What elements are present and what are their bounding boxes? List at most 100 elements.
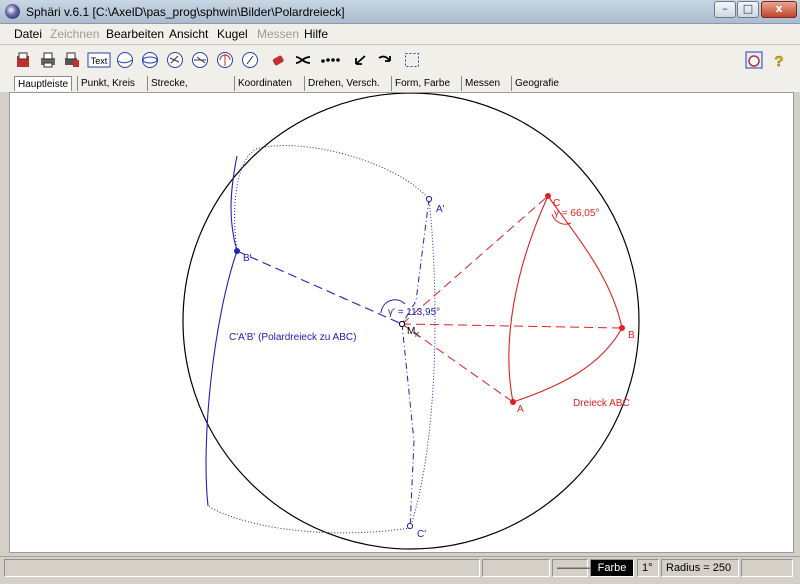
point-a-polar[interactable] xyxy=(425,195,433,203)
sphere-tool-1-button[interactable] xyxy=(115,50,135,70)
tab-hauptleiste[interactable]: Hauptleiste xyxy=(14,76,72,91)
sphere-measure-icon xyxy=(242,52,258,68)
point-c-polar[interactable] xyxy=(406,522,414,530)
label-b-polar: B' xyxy=(243,253,252,264)
point-a[interactable] xyxy=(510,399,516,405)
eraser-icon xyxy=(272,55,284,66)
tab-drehen-versch[interactable]: Drehen, Versch. xyxy=(304,76,384,91)
label-a: A xyxy=(517,404,524,415)
label-c-polar: C' xyxy=(417,529,426,540)
status-color[interactable]: Farbe xyxy=(590,559,634,577)
menu-messen[interactable]: Messen xyxy=(257,27,299,41)
label-center-sub: K xyxy=(415,332,420,339)
point-b[interactable] xyxy=(619,325,625,331)
dotted-line-icon xyxy=(321,58,340,63)
undo-arrow-icon xyxy=(355,55,366,65)
sphere-tool-6-button[interactable] xyxy=(240,50,260,70)
sphere-ellipse-icon xyxy=(142,52,158,68)
window-title: Sphäri v.6.1 [C:\AxelD\pas_prog\sphwin\B… xyxy=(26,5,345,19)
print-button[interactable] xyxy=(38,50,58,70)
tab-strecke-dreieck[interactable]: Strecke, Dreieck xyxy=(147,76,227,104)
label-a-polar: A' xyxy=(436,204,445,215)
arc-ca xyxy=(508,195,549,403)
label-angle-gamma-polar: γ' = 113,95° xyxy=(388,307,440,318)
polar-arc-back-cb xyxy=(207,505,411,534)
maximize-button[interactable]: □ xyxy=(737,1,759,18)
menu-datei[interactable]: Datei xyxy=(14,27,42,41)
label-triangle-abc: Dreieck ABC xyxy=(573,398,630,409)
close-button[interactable]: x xyxy=(761,1,797,18)
sphere-tool-4-button[interactable] xyxy=(190,50,210,70)
arc-ab xyxy=(512,327,623,403)
polar-radius-b xyxy=(236,250,403,325)
toolbar: Text ? xyxy=(0,45,800,76)
sphere-tool-5-button[interactable] xyxy=(215,50,235,70)
menu-kugel[interactable]: Kugel xyxy=(217,27,248,41)
tab-koordinaten[interactable]: Koordinaten xyxy=(234,76,298,91)
dotted-line-button[interactable] xyxy=(318,50,344,70)
tab-punkt-kreis[interactable]: Punkt, Kreis xyxy=(77,76,141,91)
polar-arc-front-2 xyxy=(205,250,238,507)
sphere-lines-icon xyxy=(192,52,208,68)
menu-zeichnen[interactable]: Zeichnen xyxy=(50,27,99,41)
svg-text:?: ? xyxy=(774,53,783,69)
selection-rectangle-icon xyxy=(405,53,419,67)
polar-radius-a xyxy=(401,198,430,325)
tab-geografie[interactable]: Geografie xyxy=(511,76,567,91)
sphere-tool-2-button[interactable] xyxy=(140,50,160,70)
text-icon: Text xyxy=(87,52,111,68)
minimize-button[interactable]: – xyxy=(714,1,736,18)
sphere-view-icon xyxy=(745,51,763,69)
tab-bar: Hauptleiste Punkt, Kreis Strecke, Dreiec… xyxy=(0,75,800,104)
status-line-style[interactable]: ——— xyxy=(552,559,590,577)
label-angle-gamma: γ = 66,05° xyxy=(554,208,599,219)
eraser-button[interactable] xyxy=(268,50,288,70)
menu-bearbeiten[interactable]: Bearbeiten xyxy=(106,27,164,41)
text-button-label: Text xyxy=(91,56,108,66)
menu-hilfe[interactable]: Hilfe xyxy=(304,27,328,41)
redo-arrow-icon xyxy=(378,55,391,62)
menu-bar: Datei Zeichnen Bearbeiten Ansicht Kugel … xyxy=(0,24,800,45)
radius-c xyxy=(401,195,549,325)
menu-ansicht[interactable]: Ansicht xyxy=(169,27,208,41)
status-step: 1° xyxy=(637,559,659,577)
swap-button[interactable] xyxy=(293,50,313,70)
status-panel-end xyxy=(741,559,793,577)
status-message-panel xyxy=(4,559,480,577)
polar-arc-front-1 xyxy=(230,155,238,252)
status-panel-empty xyxy=(482,559,550,577)
status-radius: Radius = 250 xyxy=(661,559,739,577)
swap-icon xyxy=(295,56,311,64)
help-question-icon: ? xyxy=(774,53,784,69)
print-preview-button[interactable] xyxy=(62,50,82,70)
label-b: B xyxy=(628,330,635,341)
point-b-polar[interactable] xyxy=(234,248,240,254)
app-icon[interactable] xyxy=(5,4,20,19)
undo-button[interactable] xyxy=(350,50,370,70)
title-bar: Sphäri v.6.1 [C:\AxelD\pas_prog\sphwin\B… xyxy=(0,0,800,24)
sphere-arrows-icon xyxy=(167,52,183,68)
sphere-outline xyxy=(182,93,640,550)
drawing-canvas[interactable]: C B A B' A' C' M K γ = 66,05° γ' = 113,9… xyxy=(9,92,794,553)
tab-messen[interactable]: Messen xyxy=(461,76,505,91)
new-file-icon xyxy=(17,52,29,67)
point-center-m[interactable] xyxy=(398,320,406,328)
sphere-drawing[interactable]: C B A B' A' C' M K γ = 66,05° γ' = 113,9… xyxy=(10,93,793,552)
point-c[interactable] xyxy=(545,193,551,199)
help-button[interactable]: ? xyxy=(769,50,789,70)
polar-radius-c xyxy=(401,323,415,529)
new-file-button[interactable] xyxy=(13,50,33,70)
polar-arc-back-ac xyxy=(409,198,436,529)
tab-form-farbe[interactable]: Form, Farbe xyxy=(391,76,453,91)
radius-b xyxy=(401,323,623,329)
select-button[interactable] xyxy=(402,50,422,70)
sphere-rotate-icon xyxy=(217,52,233,68)
printer-icon xyxy=(41,52,55,68)
label-polar-triangle: C'A'B' (Polardreieck zu ABC) xyxy=(229,332,356,343)
redo-button[interactable] xyxy=(375,50,395,70)
sphere-circle-icon xyxy=(117,52,133,68)
sphere-view-button[interactable] xyxy=(744,50,764,70)
text-button[interactable]: Text xyxy=(87,50,111,70)
sphere-tool-3-button[interactable] xyxy=(165,50,185,70)
status-bar: ——— Farbe 1° Radius = 250 xyxy=(0,556,800,584)
